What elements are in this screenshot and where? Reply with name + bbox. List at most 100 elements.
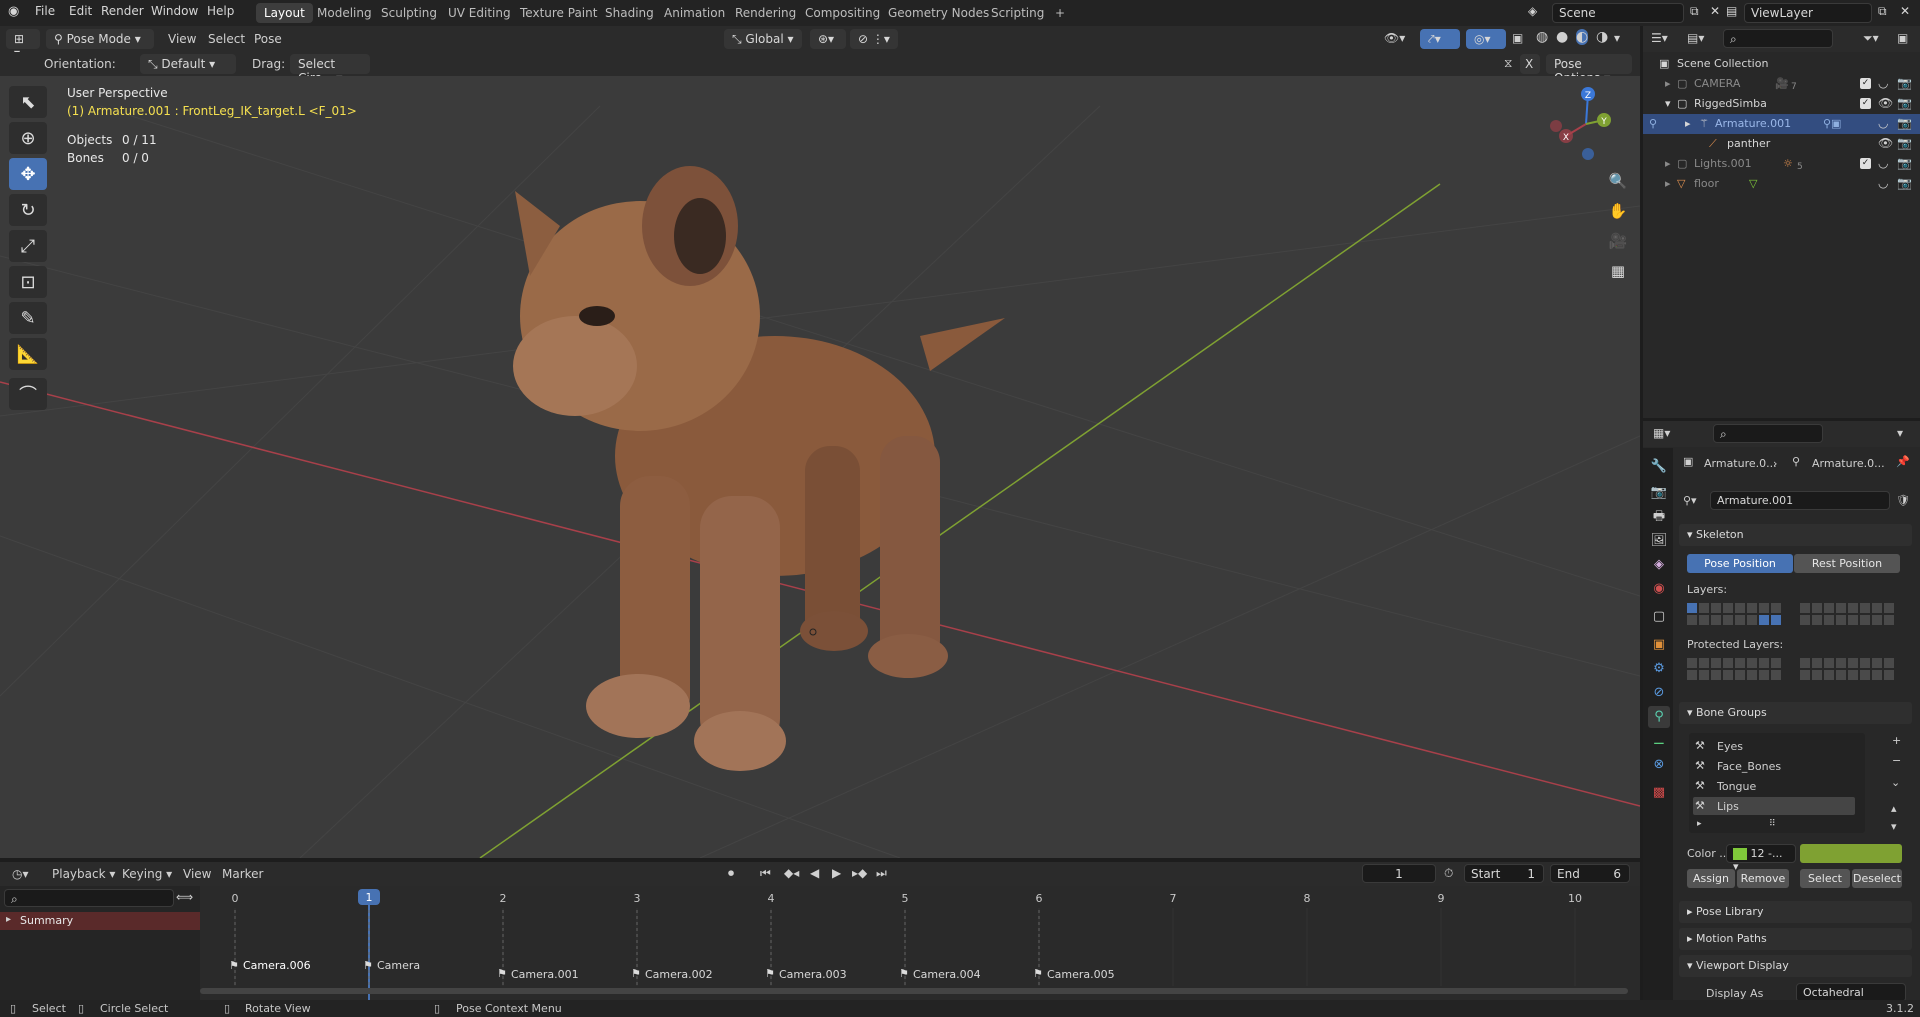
- pose-options-dropdown[interactable]: Pose Options ▾: [1546, 54, 1632, 85]
- filter-icon[interactable]: ⏷▾: [1863, 31, 1879, 46]
- tab-layout[interactable]: Layout: [256, 3, 313, 23]
- properties-search-input[interactable]: ⌕: [1713, 424, 1823, 443]
- new-collection-icon[interactable]: ▣: [1897, 31, 1908, 45]
- add-bone-group-icon[interactable]: +: [1892, 734, 1901, 747]
- tab-sculpting[interactable]: Sculpting: [373, 3, 445, 23]
- motion-paths-panel-header[interactable]: ▸ Motion Paths: [1679, 928, 1912, 950]
- include-checkbox[interactable]: ✓: [1860, 78, 1871, 89]
- pin-icon[interactable]: 📌: [1896, 455, 1910, 468]
- transform-orientation-dropdown[interactable]: ⤡ Global ▾: [724, 29, 802, 49]
- list-filter-icon[interactable]: ▸: [1697, 819, 1702, 829]
- armature-name-field[interactable]: Armature.001: [1710, 491, 1890, 510]
- shading-options-icon[interactable]: ▾: [1614, 31, 1620, 45]
- rendered-shading-icon[interactable]: ◑: [1596, 29, 1608, 45]
- tab-uv-editing[interactable]: UV Editing: [440, 3, 519, 23]
- pose-library-panel-header[interactable]: ▸ Pose Library: [1679, 901, 1912, 923]
- assign-button[interactable]: Assign: [1687, 869, 1735, 888]
- world-tab-icon[interactable]: ◉: [1648, 578, 1670, 600]
- render-camera-icon[interactable]: 📷: [1897, 76, 1912, 90]
- jump-keyframe-forward-icon[interactable]: ▸◆: [852, 866, 867, 880]
- bone-groups-panel-header[interactable]: ▾ Bone Groups: [1679, 702, 1912, 724]
- viewport-display-panel-header[interactable]: ▾ Viewport Display: [1679, 955, 1912, 977]
- end-frame-field[interactable]: End 6: [1550, 864, 1630, 883]
- eye-icon[interactable]: 👁: [1878, 136, 1893, 150]
- eye-icon[interactable]: 👁: [1878, 96, 1893, 110]
- menu-edit[interactable]: Edit: [69, 4, 92, 18]
- orientation-dropdown[interactable]: ⤡ Default ▾: [140, 54, 236, 74]
- breakdowner-tool-icon[interactable]: ⌒: [9, 378, 47, 410]
- tab-modeling[interactable]: Modeling: [309, 3, 380, 23]
- expand-icon[interactable]: ▸: [1685, 117, 1691, 130]
- render-camera-icon[interactable]: 📷: [1897, 156, 1912, 170]
- expand-icon[interactable]: ▸: [1665, 177, 1671, 190]
- outliner-row-riggedsimba[interactable]: ▾ ▢ RiggedSimba ✓ 👁 📷: [1643, 94, 1920, 114]
- object-tab-icon[interactable]: ▣: [1648, 634, 1670, 656]
- protected-layers-grid-b[interactable]: [1800, 658, 1894, 680]
- tab-geometry-nodes[interactable]: Geometry Nodes: [880, 3, 997, 23]
- ortho-grid-icon[interactable]: ▦: [1605, 258, 1631, 284]
- scale-tool-icon[interactable]: ⤢: [9, 230, 47, 262]
- new-view-layer-icon[interactable]: ⧉: [1878, 4, 1887, 19]
- jump-end-icon[interactable]: ⏭: [876, 866, 887, 881]
- bone-tab-icon[interactable]: ⚊: [1648, 730, 1670, 752]
- armature-data-tab-icon[interactable]: ⚲: [1648, 706, 1670, 728]
- render-camera-icon[interactable]: 📷: [1897, 176, 1912, 190]
- hidden-eye-icon[interactable]: ◡: [1878, 76, 1888, 90]
- menu-render[interactable]: Render: [101, 4, 144, 18]
- gizmo-toggle-icon[interactable]: ⤤▾: [1420, 29, 1460, 49]
- include-checkbox[interactable]: ✓: [1860, 158, 1871, 169]
- outliner-search-input[interactable]: ⌕: [1723, 29, 1833, 48]
- menu-view[interactable]: View: [168, 32, 196, 46]
- texture-tab-icon[interactable]: ▩: [1648, 782, 1670, 804]
- outliner-scene-collection[interactable]: ▣ Scene Collection: [1643, 54, 1920, 74]
- render-tab-icon[interactable]: 📷: [1648, 482, 1670, 504]
- constraint-tab-icon[interactable]: ⊘: [1648, 682, 1670, 704]
- expand-icon[interactable]: ▸: [1665, 77, 1671, 90]
- new-scene-icon[interactable]: ⧉: [1690, 4, 1699, 19]
- visibility-icon[interactable]: 👁▾: [1384, 31, 1405, 45]
- menu-keying[interactable]: Keying ▾: [122, 867, 172, 881]
- outliner-editor-icon[interactable]: ☰▾: [1651, 31, 1668, 45]
- x-mirror-button[interactable]: X: [1520, 54, 1540, 74]
- deselect-button[interactable]: Deselect: [1852, 869, 1902, 888]
- jump-keyframe-back-icon[interactable]: ◆◂: [784, 866, 799, 880]
- modifier-tab-icon[interactable]: ⚙: [1648, 658, 1670, 680]
- outliner-row-camera[interactable]: ▸ ▢ CAMERA 🎥 7 ✓ ◡ 📷: [1643, 74, 1920, 94]
- move-tool-icon[interactable]: ✥: [9, 158, 47, 190]
- tab-shading[interactable]: Shading: [597, 3, 662, 23]
- preview-range-icon[interactable]: ⏱: [1444, 866, 1453, 881]
- add-workspace-button[interactable]: +: [1047, 3, 1073, 23]
- menu-help[interactable]: Help: [207, 4, 234, 18]
- material-preview-icon[interactable]: ◐: [1576, 29, 1589, 45]
- drag-dropdown[interactable]: Select Circ... ▾: [290, 54, 370, 85]
- annotate-tool-icon[interactable]: ✎: [9, 302, 47, 334]
- camera-view-icon[interactable]: 🎥: [1605, 228, 1631, 254]
- armature-layers-grid-a[interactable]: [1687, 603, 1781, 625]
- scene-selector[interactable]: Scene: [1552, 3, 1684, 23]
- hidden-eye-icon[interactable]: ◡: [1878, 176, 1888, 190]
- bone-group-color-swatches[interactable]: [1800, 844, 1902, 863]
- menu-pose[interactable]: Pose: [254, 32, 282, 46]
- remove-bone-group-icon[interactable]: −: [1892, 754, 1901, 767]
- menu-marker[interactable]: Marker: [222, 867, 263, 881]
- select-button[interactable]: Select: [1800, 869, 1850, 888]
- breadcrumb-data[interactable]: Armature.0...: [1812, 457, 1885, 470]
- remove-view-layer-icon[interactable]: ✕: [1900, 4, 1910, 18]
- view-layer-selector[interactable]: ViewLayer: [1744, 3, 1872, 23]
- breadcrumb-object[interactable]: Armature.0...: [1704, 457, 1777, 470]
- menu-select[interactable]: Select: [208, 32, 245, 46]
- move-up-icon[interactable]: ▴: [1891, 802, 1897, 815]
- play-reverse-icon[interactable]: ◀: [810, 866, 819, 880]
- tool-tab-icon[interactable]: 🔧: [1648, 456, 1670, 478]
- menu-playback[interactable]: Playback ▾: [52, 867, 115, 881]
- fake-user-shield-icon[interactable]: 🛡: [1896, 494, 1910, 507]
- bone-groups-list[interactable]: ⚒ Eyes ⚒ Face_Bones ⚒ Tongue ⚒ Lips ▸ ⠿: [1689, 733, 1865, 833]
- lion-cub-model[interactable]: [513, 166, 1005, 771]
- tab-scripting[interactable]: Scripting: [983, 3, 1052, 23]
- hidden-eye-icon[interactable]: ◡: [1878, 116, 1888, 130]
- pose-position-button[interactable]: Pose Position: [1687, 554, 1793, 573]
- blender-logo-icon[interactable]: ◉: [8, 4, 19, 19]
- outliner-row-panther[interactable]: ⟋ panther 👁 📷: [1643, 134, 1920, 154]
- rest-position-button[interactable]: Rest Position: [1794, 554, 1900, 573]
- bone-group-item[interactable]: ⚒ Eyes: [1693, 737, 1861, 755]
